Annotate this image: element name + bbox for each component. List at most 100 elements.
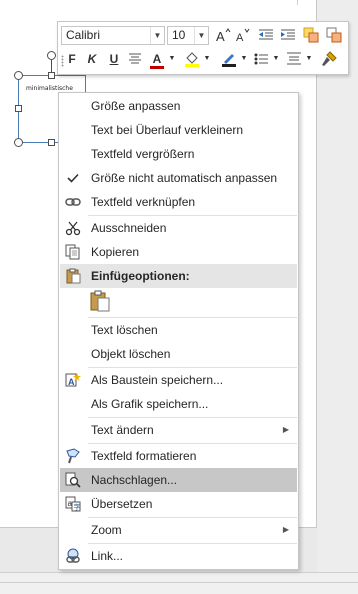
shrink-font-button[interactable]: A [234, 25, 252, 45]
paste-icon[interactable] [89, 289, 111, 313]
menu-item-ausschneiden[interactable]: Ausschneiden [60, 216, 297, 240]
format-icon [65, 448, 81, 464]
menu-item-nicht-automatisch-anpassen[interactable]: Größe nicht automatisch anpassen [60, 166, 297, 190]
decrease-indent-button[interactable] [256, 25, 276, 45]
translate-icon: a字 [65, 496, 81, 512]
context-menu: Größe anpassen Text bei Überlauf verklei… [58, 92, 299, 570]
resize-handle-bottom[interactable] [48, 139, 55, 146]
menu-item-label: Text bei Überlauf verkleinern [91, 123, 244, 137]
font-name-dropdown[interactable]: Calibri ▼ [61, 26, 165, 45]
menu-item-label: Text ändern [91, 423, 154, 437]
grow-font-button[interactable]: A [214, 25, 232, 45]
menu-item-nachschlagen[interactable]: Nachschlagen... [60, 468, 297, 492]
pen-icon [222, 54, 236, 67]
spacing-button[interactable] [284, 49, 304, 69]
font-color-swatch [150, 66, 164, 69]
menu-item-text-loeschen[interactable]: Text löschen [60, 318, 297, 342]
menu-item-textfeld-vergroessern[interactable]: Textfeld vergrößern [60, 142, 297, 166]
chevron-down-icon[interactable]: ▼ [240, 49, 248, 69]
menu-item-label: Textfeld verknüpfen [91, 195, 196, 209]
italic-button[interactable]: K [84, 49, 100, 69]
grow-font-icon: A [216, 28, 231, 43]
menu-item-grafik-speichern[interactable]: Als Grafik speichern... [60, 392, 297, 416]
center-align-button[interactable] [126, 49, 144, 69]
menu-item-label: Objekt löschen [91, 347, 171, 361]
shape-outline-icon [326, 27, 342, 43]
menu-item-einfuegeoptionen: Einfügeoptionen: [60, 264, 297, 288]
font-size-dropdown[interactable]: 10 ▼ [167, 26, 209, 45]
font-size-value: 10 [172, 28, 186, 42]
menu-item-text-aendern[interactable]: Text ändern ▶ [60, 418, 297, 442]
format-painter-button[interactable] [318, 49, 340, 69]
bullet-list-icon [254, 53, 268, 65]
paragraph-spacing-icon [287, 52, 301, 65]
right-scroll-area[interactable] [317, 0, 358, 572]
menu-item-label: Übersetzen [91, 497, 153, 511]
chevron-down-icon[interactable]: ▼ [150, 27, 164, 44]
increase-indent-icon [281, 29, 295, 40]
menu-item-groesse-anpassen[interactable]: Größe anpassen [60, 94, 297, 118]
textbox-content[interactable]: minimalistische [26, 85, 73, 92]
chevron-right-icon: ▶ [282, 525, 289, 534]
chevron-right-icon: ▶ [282, 425, 289, 434]
menu-item-text-verkleinern[interactable]: Text bei Überlauf verkleinern [60, 118, 297, 142]
increase-indent-button[interactable] [278, 25, 298, 45]
menu-item-label: Kopieren [91, 245, 140, 259]
shrink-font-icon: A [236, 28, 250, 43]
menu-item-label: Größe anpassen [91, 99, 181, 113]
svg-text:A: A [236, 32, 244, 43]
decrease-indent-icon [259, 29, 273, 40]
fill-color-button[interactable] [182, 49, 202, 69]
rotation-handle[interactable] [47, 51, 56, 60]
menu-item-label: Link... [91, 549, 124, 563]
menu-item-label: Nachschlagen... [91, 473, 178, 487]
svg-text:A: A [216, 29, 225, 43]
resize-handle-top-left[interactable] [14, 71, 23, 80]
menu-item-label: Einfügeoptionen: [91, 269, 190, 283]
menu-item-kopieren[interactable]: Kopieren [60, 240, 297, 264]
menu-item-label: Als Baustein speichern... [91, 373, 224, 387]
chevron-down-icon[interactable]: ▼ [203, 49, 211, 69]
svg-text:字: 字 [74, 503, 81, 512]
shape-outline-button[interactable] [324, 25, 344, 45]
font-color-button[interactable]: A [148, 49, 166, 69]
link-icon [65, 194, 81, 210]
paint-bucket-icon [185, 52, 199, 67]
chevron-down-icon[interactable]: ▼ [305, 49, 313, 69]
menu-item-label: Text löschen [91, 323, 158, 337]
mini-toolbar: Calibri ▼ 10 ▼ A A F K U A ▼ ▼ ▼ ▼ ▼ [57, 21, 349, 75]
scissors-icon [65, 220, 81, 236]
building-block-icon: A [65, 372, 81, 388]
menu-item-zoom[interactable]: Zoom ▶ [60, 518, 297, 542]
menu-item-label: Zoom [91, 523, 122, 537]
status-bar [0, 572, 358, 594]
chevron-down-icon[interactable]: ▼ [272, 49, 280, 69]
font-color-letter: A [152, 52, 162, 66]
menu-item-label: Größe nicht automatisch anpassen [91, 171, 278, 185]
font-name-value: Calibri [66, 28, 101, 42]
bold-button[interactable]: F [64, 49, 80, 69]
hyperlink-icon [65, 548, 81, 564]
center-align-icon [129, 53, 141, 64]
chevron-down-icon[interactable]: ▼ [168, 49, 176, 69]
underline-button[interactable]: U [106, 49, 122, 69]
chevron-down-icon[interactable]: ▼ [194, 27, 208, 44]
line-color-button[interactable] [219, 49, 239, 69]
clipboard-icon [65, 268, 81, 284]
svg-text:A: A [68, 377, 75, 387]
menu-item-label: Textfeld formatieren [91, 449, 197, 463]
menu-item-uebersetzen[interactable]: a字 Übersetzen [60, 492, 297, 516]
resize-handle-top[interactable] [48, 72, 55, 79]
menu-item-label: Ausschneiden [91, 221, 167, 235]
menu-item-link[interactable]: Link... [60, 544, 297, 568]
resize-handle-bottom-left[interactable] [14, 138, 23, 147]
menu-item-textfeld-verknuepfen[interactable]: Textfeld verknüpfen [60, 190, 297, 214]
menu-item-baustein-speichern[interactable]: A Als Baustein speichern... [60, 368, 297, 392]
bullets-button[interactable] [251, 49, 271, 69]
menu-item-objekt-loeschen[interactable]: Objekt löschen [60, 342, 297, 366]
shape-style-icon [303, 27, 319, 43]
resize-handle-left[interactable] [15, 105, 22, 112]
menu-item-textfeld-formatieren[interactable]: Textfeld formatieren [60, 444, 297, 468]
shape-style-button[interactable] [301, 25, 321, 45]
margin-guide [0, 0, 298, 5]
